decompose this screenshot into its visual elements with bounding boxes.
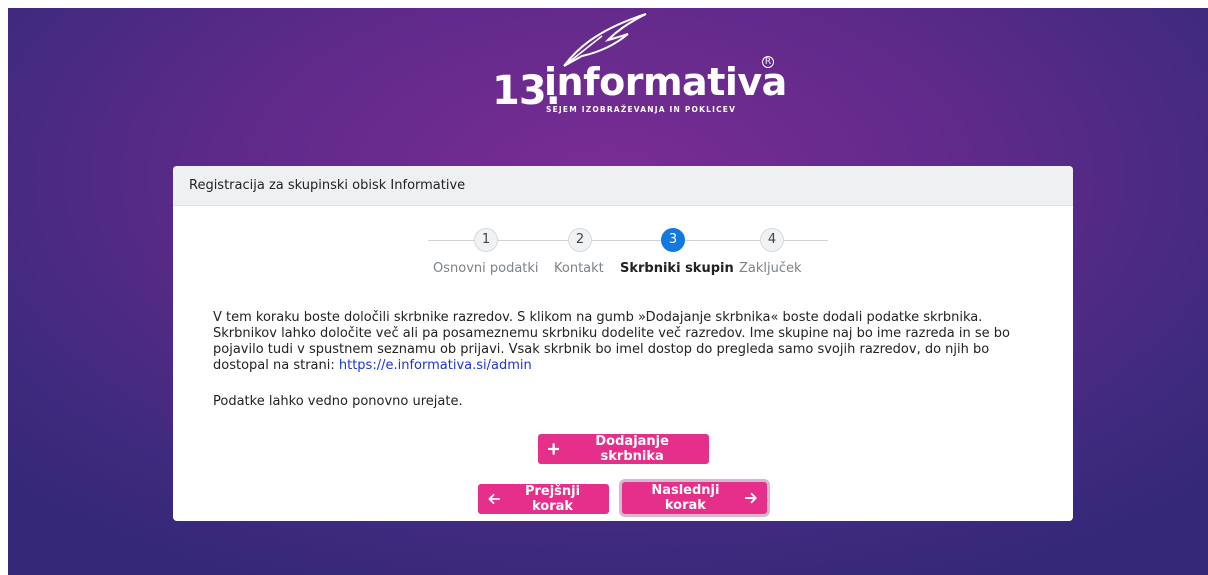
step-2-circle[interactable]: 2 [568,228,592,252]
stepper: 1 2 3 4 Osnovni podatki Kontakt Skrbniki… [428,228,828,288]
step-2-label: Kontakt [554,261,604,276]
step-3-circle[interactable]: 3 [661,228,685,252]
logo-tagline: SEJEM IZOBRAŽEVANJA IN POKLICEV [546,105,737,114]
add-guardian-label: Dodajanje skrbnika [595,434,669,464]
step-4-label: Zaključek [739,261,802,276]
step-3-label: Skrbniki skupin [620,261,734,276]
edit-note: Podatke lahko vedno ponovno urejate. [213,394,463,409]
description-text: V tem koraku boste določili skrbnike raz… [213,310,1010,373]
next-step-label: Naslednji korak [651,483,720,513]
add-guardian-button[interactable]: Dodajanje skrbnika [538,434,709,464]
page-background: 13. informativa R SEJEM IZOBRAŽEVANJA IN… [8,8,1208,575]
logo-word: informativa [544,60,787,104]
arrow-left-icon [488,493,500,505]
previous-step-label: Prejšnji korak [524,484,581,514]
step-1-label: Osnovni podatki [433,261,539,276]
next-step-button[interactable]: Naslednji korak [622,482,767,514]
informativa-logo: 13. informativa R SEJEM IZOBRAŽEVANJA IN… [478,8,798,128]
step-1-circle[interactable]: 1 [474,228,498,252]
plus-icon [548,443,560,455]
step-4-circle[interactable]: 4 [760,228,784,252]
step-description: V tem koraku boste določili skrbnike raz… [213,310,1043,374]
registration-card: Registracija za skupinski obisk Informat… [173,166,1073,521]
registered-mark: R [762,56,774,68]
card-title: Registracija za skupinski obisk Informat… [173,166,1073,206]
arrow-right-icon [744,492,757,504]
previous-step-button[interactable]: Prejšnji korak [478,484,609,514]
admin-link[interactable]: https://e.informativa.si/admin [339,358,532,373]
